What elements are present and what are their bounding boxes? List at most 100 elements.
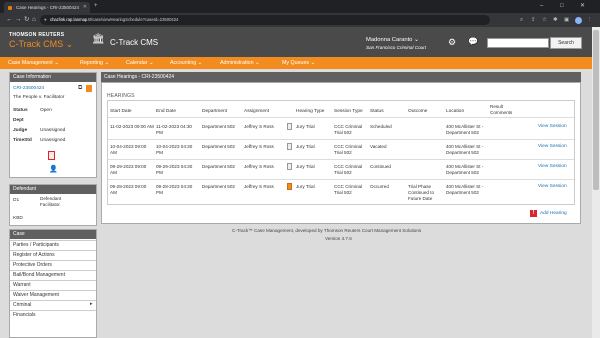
row3-end: 09-28-2023 04:30 PM: [156, 184, 193, 196]
forward-icon[interactable]: →: [15, 15, 22, 25]
row1-status: Vacated: [370, 144, 387, 149]
nav-accounting[interactable]: Accounting ⌄: [170, 57, 202, 69]
app-header: THOMSON REUTERS C-Track CMS ⌄ 🏛 C-Track …: [0, 27, 600, 57]
row1-start: 10-04-2023 09:00 AM: [110, 144, 147, 156]
window-maximize-button[interactable]: □: [560, 1, 564, 11]
defendant-kbd: KBD: [13, 216, 23, 221]
col-status[interactable]: Status: [370, 109, 384, 115]
profile-avatar[interactable]: [575, 16, 582, 24]
search-button[interactable]: Search: [550, 37, 582, 49]
row1-location: 400 McAllister St - Department 502: [446, 144, 484, 156]
col-result-comments[interactable]: Result Comments: [490, 104, 524, 116]
row1-view-session-link[interactable]: View Session: [538, 144, 567, 149]
pdf-icon[interactable]: [48, 151, 55, 160]
share-icon[interactable]: ⇪: [531, 16, 536, 24]
extensions-icon[interactable]: ✱: [553, 16, 558, 24]
defendant-number: D1: [13, 198, 20, 203]
row2-doc-icon[interactable]: [287, 163, 292, 170]
url-path: /case/viewHearingSchedule?caseId=2350042…: [90, 17, 179, 22]
bookmark-star-icon[interactable]: ☆: [542, 16, 547, 24]
document-icon[interactable]: [86, 85, 92, 92]
row2-dept: Department 502: [202, 164, 235, 169]
menu-criminal[interactable]: Criminal: [10, 300, 96, 310]
row1-doc-icon[interactable]: [287, 143, 292, 150]
footer-version: Version 4.7.6: [325, 236, 352, 241]
case-menu: Case Parties / Participants Register of …: [9, 229, 97, 338]
row3-doc-icon[interactable]: [287, 183, 292, 190]
menu-waiver-management[interactable]: Waiver Management: [10, 290, 96, 300]
col-session-type[interactable]: Session Type: [334, 109, 363, 115]
case-number-link[interactable]: CRI-23500424: [13, 86, 44, 91]
row1-hearing-type: Jury Trial: [296, 144, 315, 149]
col-department[interactable]: Department: [202, 109, 227, 115]
back-icon[interactable]: ←: [6, 15, 13, 25]
user-menu[interactable]: Madonna Caranto ⌄: [366, 37, 419, 43]
col-location[interactable]: Location: [446, 109, 464, 115]
add-hearing-link[interactable]: Add Hearing: [540, 211, 567, 216]
dept-label: Dept: [13, 118, 24, 123]
person-icon[interactable]: 👤: [49, 165, 58, 173]
reload-icon[interactable]: ↻: [24, 15, 29, 25]
row2-end: 09-29-2023 04:30 PM: [156, 164, 193, 176]
menu-financials[interactable]: Financials: [10, 310, 96, 320]
nav-administration[interactable]: Administration ⌄: [220, 57, 259, 69]
nav-reporting[interactable]: Reporting ⌄: [80, 57, 109, 69]
zoom-icon[interactable]: ⌕: [520, 16, 523, 24]
product-switcher[interactable]: C-Track CMS ⌄: [9, 39, 73, 50]
row3-session-type: CCC Criminal Trial 502: [334, 184, 363, 196]
tab-close-icon[interactable]: ✕: [83, 2, 87, 13]
sidepanel-icon[interactable]: ▣: [564, 16, 569, 24]
menu-register-of-actions[interactable]: Register of Actions: [10, 250, 96, 260]
browser-tab[interactable]: Case Hearings - CRI-23500424 ✕: [4, 2, 90, 13]
nav-my-queues[interactable]: My Queues ⌄: [282, 57, 315, 69]
chat-icon[interactable]: 💬: [468, 37, 478, 47]
row1-dept: Department 502: [202, 144, 235, 149]
status-value: Open: [40, 108, 52, 113]
company-name: THOMSON REUTERS: [9, 32, 65, 38]
row1-assign: Jeffrey S Ross: [244, 144, 274, 149]
col-start-date[interactable]: Start Date: [110, 109, 132, 115]
menu-bail-bond-management[interactable]: Bail/Bond Management: [10, 270, 96, 280]
row3-hearing-type: Jury Trial: [296, 184, 315, 189]
menu-protective-orders[interactable]: Protective Orders: [10, 260, 96, 270]
footer-credit: C-Track™ Case Management, developed by T…: [232, 228, 422, 233]
new-tab-button[interactable]: +: [94, 2, 98, 11]
browser-tab-bar: Case Hearings - CRI-23500424 ✕ + – □ ✕: [0, 0, 600, 13]
browser-menu-icon[interactable]: ⋮: [587, 16, 593, 24]
timeline-label: TimeStd: [13, 138, 32, 143]
nav-case-management[interactable]: Case Management ⌄: [8, 57, 59, 69]
page-scrollbar-thumb[interactable]: [593, 30, 599, 190]
col-end-date[interactable]: End Date: [156, 109, 176, 115]
row3-view-session-link[interactable]: View Session: [538, 184, 567, 189]
status-label: Status: [13, 108, 28, 113]
col-hearing-type[interactable]: Hearing Type: [296, 109, 324, 115]
main-nav: Case Management ⌄ Reporting ⌄ Calendar ⌄…: [0, 57, 600, 69]
window-close-button[interactable]: ✕: [580, 1, 585, 11]
row1-end: 10-04-2023 04:30 PM: [156, 144, 193, 156]
nav-calendar[interactable]: Calendar ⌄: [126, 57, 153, 69]
col-assignment[interactable]: Assignment: [244, 109, 269, 115]
row0-doc-icon[interactable]: [287, 123, 292, 130]
address-bar[interactable]: ● chazlink.rap.lanmap.tr/case/viewHearin…: [40, 15, 490, 25]
row0-view-session-link[interactable]: View Session: [538, 124, 567, 129]
row0-end: 11-02-2023 04:30 PM: [156, 124, 192, 136]
copy-icon[interactable]: ⧉: [78, 85, 82, 92]
row2-location: 400 McAllister St - Department 502: [446, 164, 484, 176]
window-minimize-button[interactable]: –: [540, 1, 543, 11]
search-input[interactable]: [487, 38, 549, 48]
add-hearing-icon[interactable]: !: [530, 210, 537, 217]
home-icon[interactable]: ⌂: [32, 15, 36, 25]
panel-title: Case Hearings - CRI-23500424: [101, 72, 581, 82]
chevron-right-icon: ▸: [90, 301, 93, 307]
row0-location: 400 McAllister St - Department 502: [446, 124, 484, 136]
menu-parties-participants[interactable]: Parties / Participants: [10, 240, 96, 250]
col-outcome[interactable]: Outcome: [408, 109, 427, 115]
menu-warrant[interactable]: Warrant: [10, 280, 96, 290]
defendant-name[interactable]: Defendant Facilitator: [40, 196, 80, 208]
row3-start: 09-28-2023 09:00 AM: [110, 184, 147, 196]
row2-view-session-link[interactable]: View Session: [538, 164, 567, 169]
row0-dept: Department 502: [202, 124, 235, 129]
case-menu-header: Case: [10, 230, 96, 239]
gear-icon[interactable]: ⚙: [448, 37, 456, 47]
row2-assign: Jeffrey S Ross: [244, 164, 274, 169]
